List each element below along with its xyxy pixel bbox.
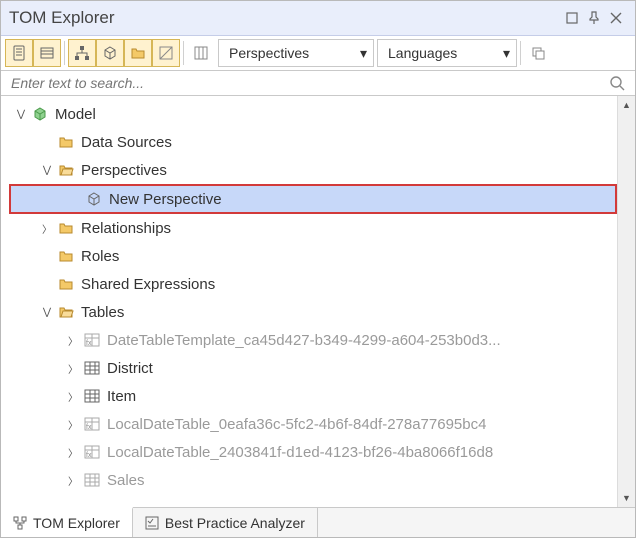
table-icon: [83, 387, 101, 405]
tree-node-table[interactable]: 〉 fx LocalDateTable_2403841f-d1ed-4123-b…: [9, 438, 617, 466]
expander-open-icon[interactable]: ⋁: [39, 162, 55, 178]
table-icon: [83, 359, 101, 377]
pin-icon[interactable]: [583, 7, 605, 29]
dropdown-label: Languages: [388, 45, 457, 61]
toolbar-btn-2[interactable]: [33, 39, 61, 67]
node-label: Sales: [107, 472, 145, 489]
toolbar-hidden-icon[interactable]: [152, 39, 180, 67]
node-label: DateTableTemplate_ca45d427-b349-4299-a60…: [107, 332, 501, 349]
titlebar: TOM Explorer: [1, 1, 635, 36]
perspective-icon: [85, 190, 103, 208]
cube-icon: [31, 105, 49, 123]
scroll-down-icon[interactable]: ▼: [618, 489, 635, 507]
tree[interactable]: ⋁ Model Data Sources ⋁ Perspectives New …: [1, 96, 617, 507]
table-fx-icon: fx: [83, 415, 101, 433]
tree-node-new-perspective[interactable]: New Perspective: [9, 184, 617, 214]
folder-icon: [57, 275, 75, 293]
tree-node-shared-expressions[interactable]: Shared Expressions: [9, 270, 617, 298]
languages-dropdown[interactable]: Languages ▾: [377, 39, 517, 67]
toolbar-copy-icon[interactable]: [524, 39, 552, 67]
chevron-down-icon: ▾: [360, 45, 367, 62]
toolbar-separator: [520, 41, 521, 65]
toolbar-separator: [64, 41, 65, 65]
tree-icon: [13, 516, 27, 530]
table-fx-icon: fx: [83, 443, 101, 461]
tree-node-table[interactable]: 〉 fx LocalDateTable_0eafa36c-5fc2-4b6f-8…: [9, 410, 617, 438]
toolbar-btn-1[interactable]: [5, 39, 33, 67]
folder-open-icon: [57, 161, 75, 179]
expander-closed-icon[interactable]: 〉: [65, 360, 81, 376]
expander-closed-icon[interactable]: 〉: [65, 472, 81, 488]
tree-area: ⋁ Model Data Sources ⋁ Perspectives New …: [1, 96, 635, 507]
expander-closed-icon[interactable]: 〉: [65, 388, 81, 404]
perspectives-dropdown[interactable]: Perspectives ▾: [218, 39, 374, 67]
node-label: LocalDateTable_2403841f-d1ed-4123-bf26-4…: [107, 444, 493, 461]
search-bar: [1, 71, 635, 96]
window-title: TOM Explorer: [9, 8, 561, 28]
svg-text:fx: fx: [86, 452, 92, 459]
expander-open-icon[interactable]: ⋁: [13, 106, 29, 122]
table-icon: [83, 471, 101, 489]
node-label: Tables: [81, 304, 124, 321]
close-icon[interactable]: [605, 7, 627, 29]
node-label: Model: [55, 106, 96, 123]
bottom-tabs: TOM Explorer Best Practice Analyzer: [1, 507, 635, 537]
folder-icon: [57, 219, 75, 237]
scroll-up-icon[interactable]: ▲: [618, 96, 635, 114]
tree-node-roles[interactable]: Roles: [9, 242, 617, 270]
tree-node-table[interactable]: 〉 Sales: [9, 466, 617, 494]
search-icon[interactable]: [609, 75, 625, 91]
node-label: Relationships: [81, 220, 171, 237]
node-label: Shared Expressions: [81, 276, 215, 293]
node-label: District: [107, 360, 153, 377]
node-label: Data Sources: [81, 134, 172, 151]
vertical-scrollbar[interactable]: ▲ ▼: [617, 96, 635, 507]
svg-text:fx: fx: [86, 340, 92, 347]
tree-node-table[interactable]: 〉 District: [9, 354, 617, 382]
search-input[interactable]: [11, 75, 609, 91]
toolbar-folder-icon[interactable]: [124, 39, 152, 67]
expander-closed-icon[interactable]: 〉: [65, 416, 81, 432]
tom-explorer-window: TOM Explorer Perspectives ▾ Languages ▾: [0, 0, 636, 538]
chevron-down-icon: ▾: [503, 45, 510, 62]
tree-node-perspectives[interactable]: ⋁ Perspectives: [9, 156, 617, 184]
table-fx-icon: fx: [83, 331, 101, 349]
toolbar-columns-icon[interactable]: [187, 39, 215, 67]
expander-closed-icon[interactable]: 〉: [39, 220, 55, 236]
tree-node-data-sources[interactable]: Data Sources: [9, 128, 617, 156]
toolbar-cube-icon[interactable]: [96, 39, 124, 67]
tree-node-table[interactable]: 〉 Item: [9, 382, 617, 410]
folder-open-icon: [57, 303, 75, 321]
dropdown-label: Perspectives: [229, 45, 309, 61]
tree-node-table[interactable]: 〉 fx DateTableTemplate_ca45d427-b349-429…: [9, 326, 617, 354]
tree-node-model[interactable]: ⋁ Model: [9, 100, 617, 128]
window-position-icon[interactable]: [561, 7, 583, 29]
tab-best-practice-analyzer[interactable]: Best Practice Analyzer: [133, 508, 318, 537]
tab-tom-explorer[interactable]: TOM Explorer: [1, 507, 133, 537]
node-label: New Perspective: [109, 191, 222, 208]
tree-node-tables[interactable]: ⋁ Tables: [9, 298, 617, 326]
svg-text:fx: fx: [86, 424, 92, 431]
toolbar-separator: [183, 41, 184, 65]
expander-closed-icon[interactable]: 〉: [65, 444, 81, 460]
node-label: Perspectives: [81, 162, 167, 179]
toolbar: Perspectives ▾ Languages ▾: [1, 36, 635, 71]
expander-closed-icon[interactable]: 〉: [65, 332, 81, 348]
tab-label: TOM Explorer: [33, 515, 120, 531]
toolbar-hierarchy-icon[interactable]: [68, 39, 96, 67]
node-label: Roles: [81, 248, 119, 265]
tab-label: Best Practice Analyzer: [165, 515, 305, 531]
folder-icon: [57, 247, 75, 265]
node-label: Item: [107, 388, 136, 405]
tree-node-relationships[interactable]: 〉 Relationships: [9, 214, 617, 242]
checklist-icon: [145, 516, 159, 530]
folder-icon: [57, 133, 75, 151]
expander-open-icon[interactable]: ⋁: [39, 304, 55, 320]
node-label: LocalDateTable_0eafa36c-5fc2-4b6f-84df-2…: [107, 416, 486, 433]
